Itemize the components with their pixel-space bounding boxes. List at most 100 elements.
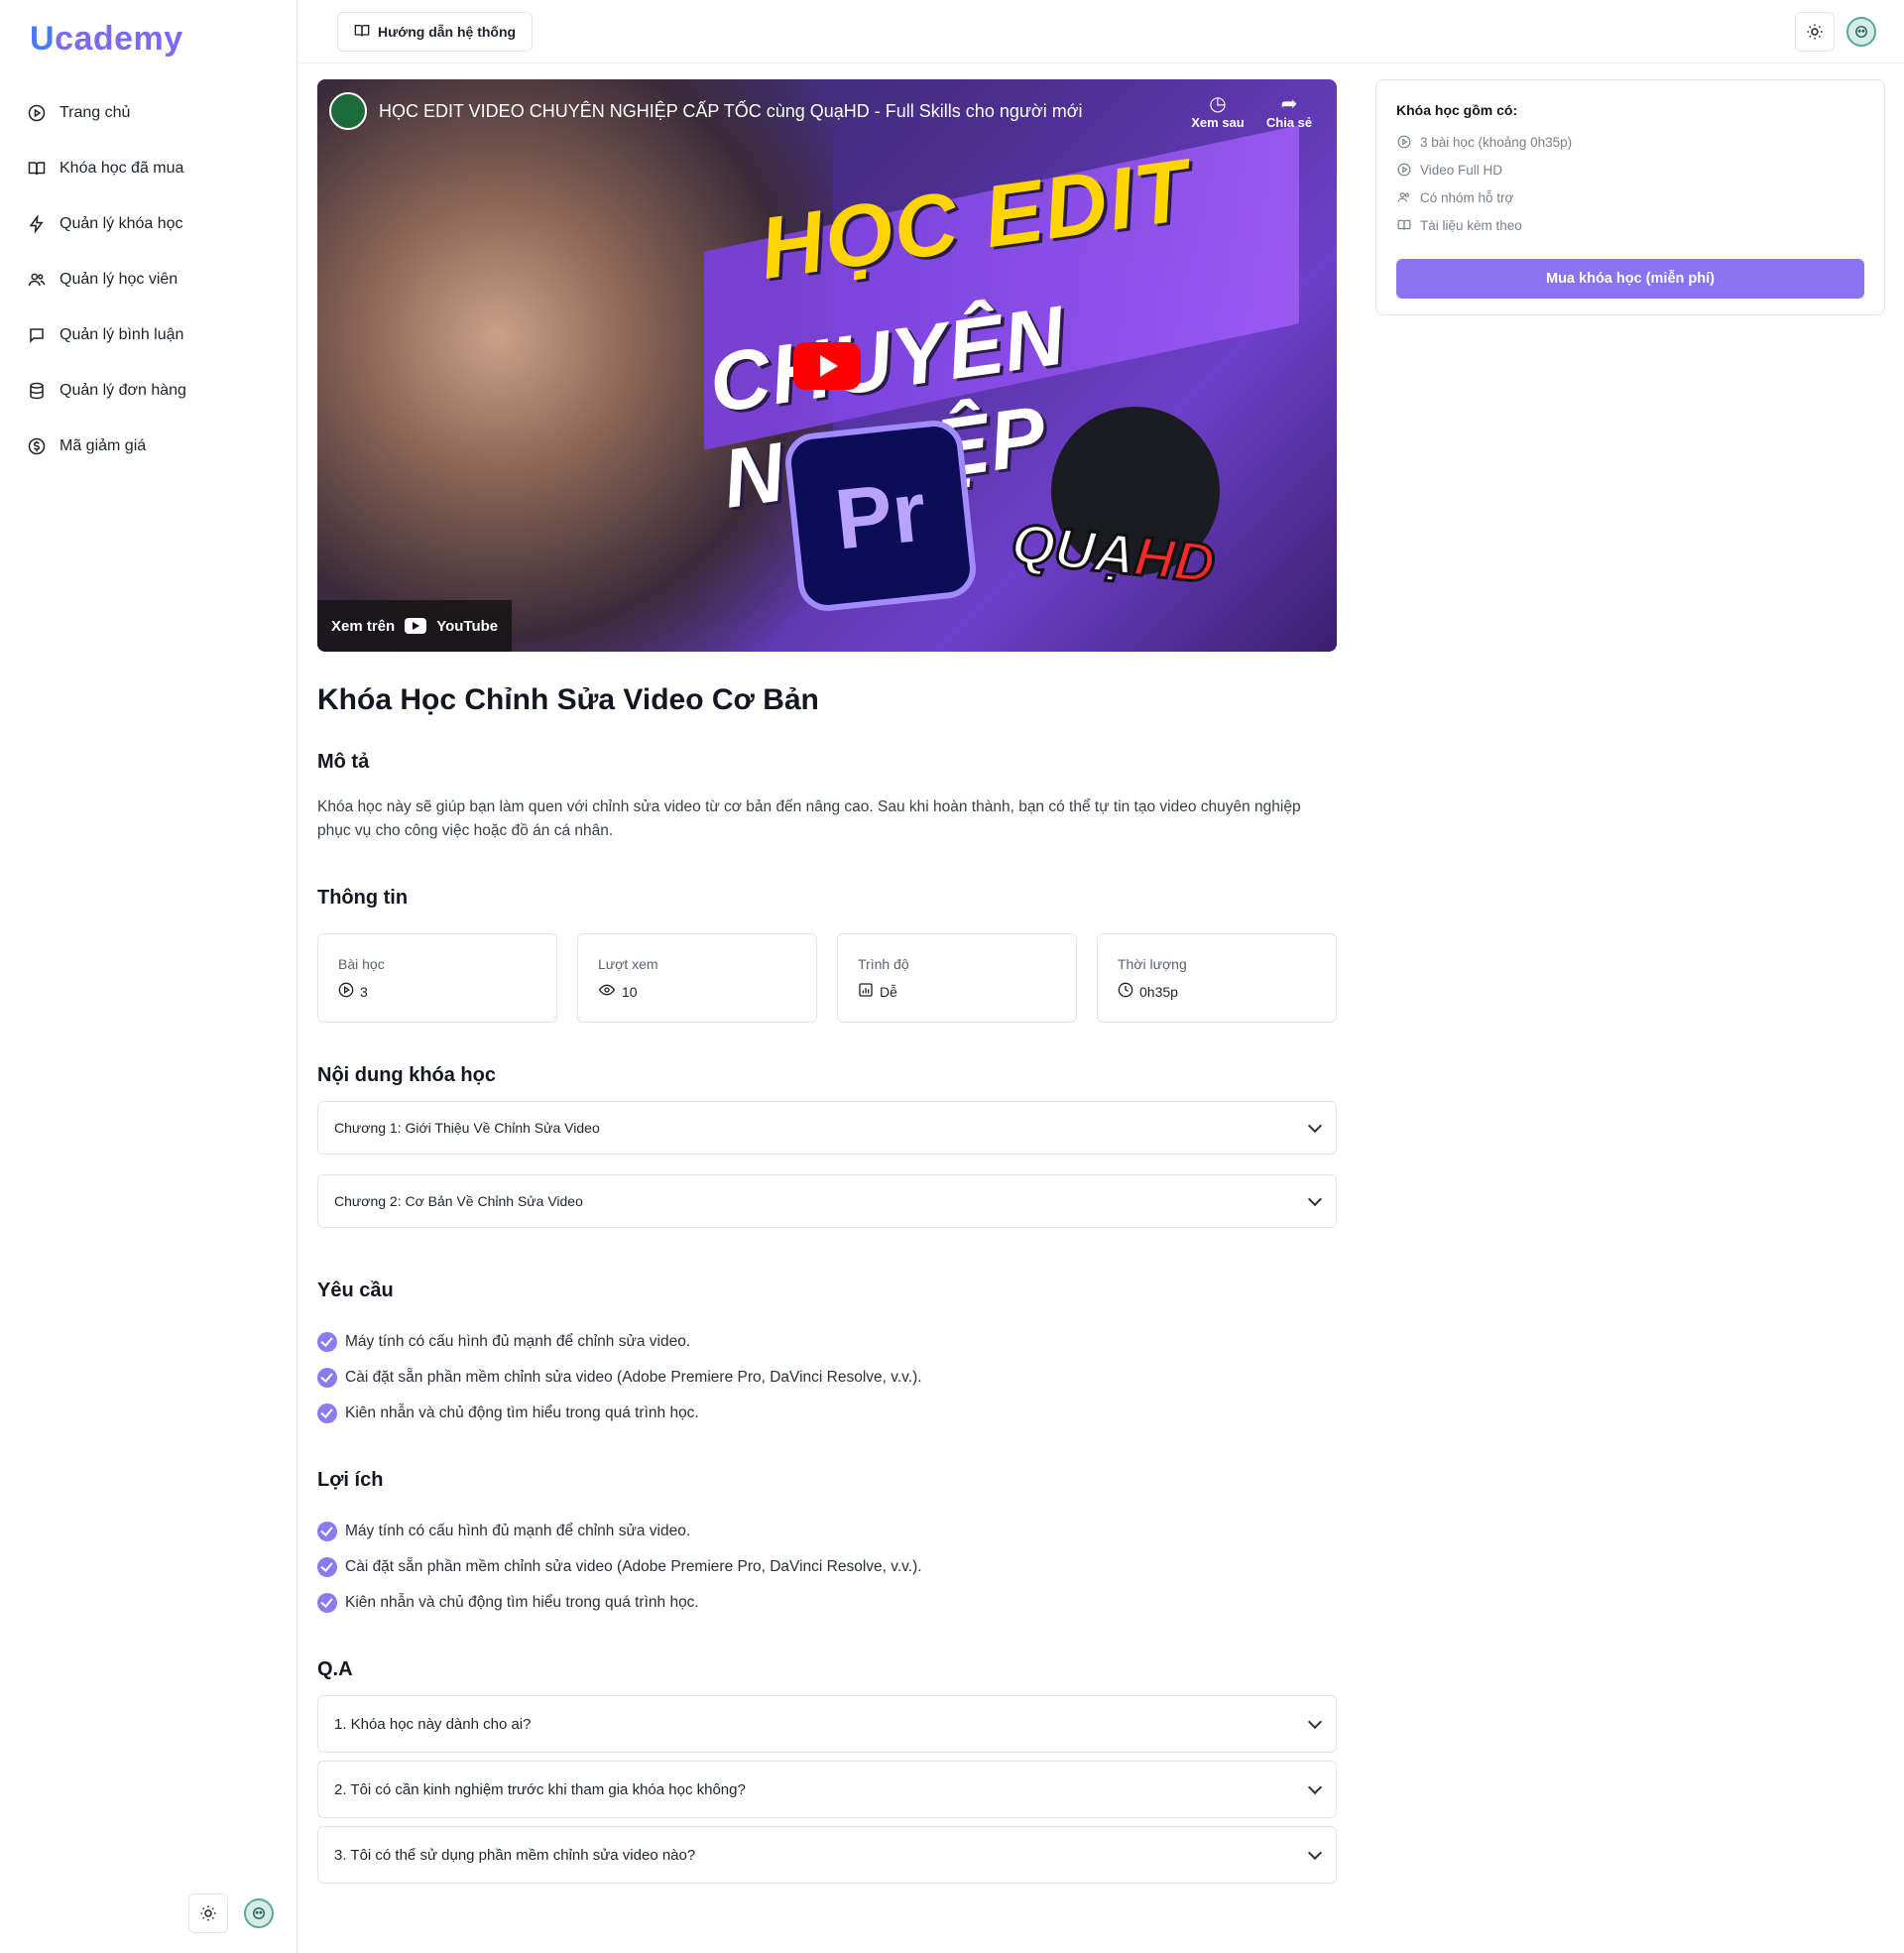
list-item: Có nhóm hỗ trợ: [1396, 183, 1864, 211]
sidebar-item-course-management[interactable]: Quản lý khóa học: [26, 196, 274, 252]
check-circle-icon: [317, 1557, 337, 1577]
chapter-accordion[interactable]: Chương 1: Giới Thiệu Về Chỉnh Sửa Video: [317, 1101, 1337, 1155]
theme-toggle-button[interactable]: [1795, 12, 1835, 52]
check-circle-icon: [317, 1332, 337, 1352]
youtube-icon: [405, 618, 427, 634]
sidebar: Ucademy Trang chủ Khóa học đã mua Quản l…: [0, 0, 298, 1953]
chevron-down-icon: [1307, 1845, 1323, 1860]
message-icon: [26, 324, 48, 346]
users-icon: [26, 269, 48, 291]
course-detail: HỌC EDIT CHUYÊN NGHIỆP Pr QUẠHD HỌC EDIT…: [317, 79, 1337, 1884]
video-player[interactable]: HỌC EDIT CHUYÊN NGHIỆP Pr QUẠHD HỌC EDIT…: [317, 79, 1337, 652]
watch-on-youtube-button[interactable]: Xem trên YouTube: [317, 600, 513, 652]
chevron-down-icon: [1307, 1779, 1323, 1794]
list-item: Máy tính có cấu hình đủ mạnh để chỉnh sử…: [317, 1324, 1337, 1360]
play-circle-icon: [1396, 134, 1412, 150]
benefits-list: Máy tính có cấu hình đủ mạnh để chỉnh sử…: [317, 1514, 1337, 1621]
list-item: Cài đặt sẵn phần mềm chỉnh sửa video (Ad…: [317, 1360, 1337, 1396]
app-logo[interactable]: Ucademy: [30, 20, 183, 59]
check-circle-icon: [317, 1522, 337, 1541]
watch-later-button[interactable]: ◷ Xem sau: [1182, 93, 1253, 130]
check-circle-icon: [317, 1404, 337, 1423]
eye-icon: [598, 982, 616, 1001]
sun-icon: [1807, 24, 1823, 40]
summary-list: 3 bài học (khoảng 0h35p) Video Full HD C…: [1396, 128, 1864, 239]
list-item: Video Full HD: [1396, 156, 1864, 183]
list-item: Tài liệu kèm theo: [1396, 211, 1864, 239]
sidebar-item-coupons[interactable]: Mã giảm giá: [26, 419, 274, 474]
sidebar-item-home[interactable]: Trang chủ: [26, 85, 274, 141]
check-circle-icon: [317, 1593, 337, 1613]
qa-list: 1. Khóa học này dành cho ai? 2. Tôi có c…: [317, 1695, 1337, 1884]
sidebar-item-comments[interactable]: Quản lý bình luận: [26, 307, 274, 363]
book-open-icon: [1396, 217, 1412, 233]
database-icon: [26, 380, 48, 402]
buy-course-button[interactable]: Mua khóa học (miễn phí): [1396, 259, 1864, 299]
description-heading: Mô tả: [317, 751, 370, 773]
dollar-circle-icon: [26, 435, 48, 457]
benefits-heading: Lợi ích: [317, 1469, 384, 1491]
qa-heading: Q.A: [317, 1658, 353, 1680]
course-title: Khóa Học Chỉnh Sửa Video Cơ Bản: [317, 683, 819, 716]
sun-icon: [200, 1905, 216, 1921]
requirements-list: Máy tính có cấu hình đủ mạnh để chỉnh sử…: [317, 1324, 1337, 1431]
book-open-icon: [26, 158, 48, 180]
list-item: Cài đặt sẵn phần mềm chỉnh sửa video (Ad…: [317, 1549, 1337, 1585]
play-circle-icon: [1396, 162, 1412, 178]
course-description: Khóa học này sẽ giúp bạn làm quen với ch…: [317, 798, 1301, 839]
check-circle-icon: [317, 1368, 337, 1388]
topbar: Hướng dẫn hệ thống: [298, 0, 1904, 63]
share-button[interactable]: ➦ Chia sẻ: [1253, 93, 1325, 130]
info-card-duration: Thời lượng 0h35p: [1097, 933, 1337, 1023]
sidebar-item-label: Quản lý bình luận: [60, 326, 184, 343]
sidebar-item-students[interactable]: Quản lý học viên: [26, 252, 274, 307]
sidebar-item-label: Quản lý học viên: [60, 271, 178, 288]
requirements-heading: Yêu cầu: [317, 1280, 394, 1301]
chevron-down-icon: [1307, 1191, 1323, 1206]
play-circle-icon: [26, 102, 48, 124]
avatar[interactable]: [1846, 17, 1876, 47]
list-item: Kiên nhẫn và chủ động tìm hiểu trong quá…: [317, 1585, 1337, 1621]
sidebar-footer: [188, 1893, 274, 1933]
info-card-views: Lượt xem 10: [577, 933, 817, 1023]
channel-avatar[interactable]: [329, 92, 367, 130]
qa-accordion[interactable]: 3. Tôi có thể sử dụng phần mềm chỉnh sửa…: [317, 1826, 1337, 1884]
play-button[interactable]: [793, 342, 861, 390]
system-guide-label: Hướng dẫn hệ thống: [378, 24, 517, 40]
chevron-down-icon: [1307, 1714, 1323, 1729]
system-guide-button[interactable]: Hướng dẫn hệ thống: [337, 12, 534, 52]
list-item: 3 bài học (khoảng 0h35p): [1396, 128, 1864, 156]
lightning-icon: [26, 213, 48, 235]
info-card-lessons: Bài học 3: [317, 933, 557, 1023]
sidebar-item-purchased[interactable]: Khóa học đã mua: [26, 141, 274, 196]
chevron-down-icon: [1307, 1118, 1323, 1133]
clock-icon: ◷: [1209, 92, 1227, 115]
content-heading: Nội dung khóa học: [317, 1064, 496, 1086]
avatar[interactable]: [244, 1898, 274, 1928]
info-heading: Thông tin: [317, 887, 409, 909]
sidebar-nav: Trang chủ Khóa học đã mua Quản lý khóa h…: [26, 85, 274, 474]
users-icon: [1396, 189, 1412, 205]
chapter-accordion[interactable]: Chương 2: Cơ Bản Về Chỉnh Sửa Video: [317, 1174, 1337, 1228]
list-item: Máy tính có cấu hình đủ mạnh để chỉnh sử…: [317, 1514, 1337, 1549]
qa-accordion[interactable]: 1. Khóa học này dành cho ai?: [317, 1695, 1337, 1753]
qa-accordion[interactable]: 2. Tôi có cần kinh nghiệm trước khi tham…: [317, 1761, 1337, 1818]
chapter-list: Chương 1: Giới Thiệu Về Chỉnh Sửa Video …: [317, 1101, 1337, 1228]
topbar-actions: [1795, 12, 1904, 52]
course-summary-card: Khóa học gồm có: 3 bài học (khoảng 0h35p…: [1375, 79, 1885, 315]
sidebar-item-orders[interactable]: Quản lý đơn hàng: [26, 363, 274, 419]
video-title[interactable]: HỌC EDIT VIDEO CHUYÊN NGHIỆP CẤP TỐC cùn…: [379, 101, 1182, 122]
book-open-icon: [354, 23, 370, 42]
sidebar-item-label: Quản lý khóa học: [60, 215, 183, 232]
premiere-pro-logo: Pr: [782, 418, 979, 614]
play-circle-icon: [338, 982, 354, 1001]
theme-toggle-button[interactable]: [188, 1893, 228, 1933]
summary-title: Khóa học gồm có:: [1396, 102, 1518, 118]
info-card-level: Trình độ Dễ: [837, 933, 1077, 1023]
video-header: HỌC EDIT VIDEO CHUYÊN NGHIỆP CẤP TỐC cùn…: [329, 91, 1325, 131]
sidebar-item-label: Quản lý đơn hàng: [60, 382, 186, 399]
share-icon: ➦: [1280, 92, 1298, 115]
sidebar-item-label: Trang chủ: [60, 104, 131, 121]
sidebar-item-label: Khóa học đã mua: [60, 160, 184, 177]
info-grid: Bài học 3 Lượt xem 10 Trình độ Dễ Thời l…: [317, 933, 1337, 1023]
